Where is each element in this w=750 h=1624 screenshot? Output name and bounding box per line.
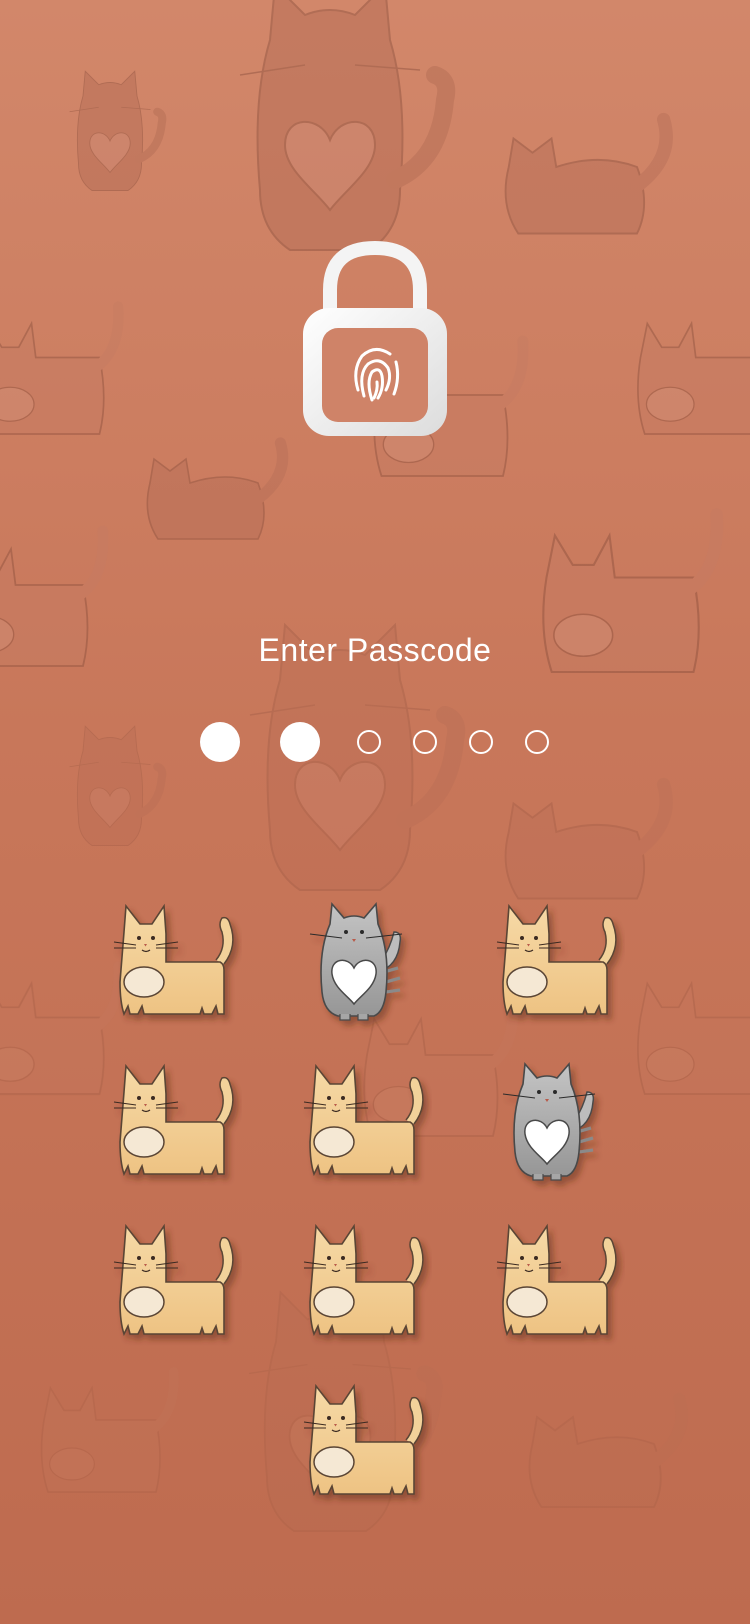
keypad-key-5[interactable] bbox=[302, 1062, 432, 1192]
open-padlock-fingerprint-icon bbox=[300, 240, 450, 440]
passcode-dot-4-empty bbox=[413, 730, 437, 754]
passcode-dot-6-empty bbox=[525, 730, 549, 754]
keypad-key-8[interactable] bbox=[302, 1222, 432, 1352]
passcode-dot-2-filled bbox=[280, 722, 320, 762]
keypad-key-7[interactable] bbox=[112, 1222, 242, 1352]
passcode-dots bbox=[0, 722, 750, 766]
keypad-key-4[interactable] bbox=[112, 1062, 242, 1192]
keypad-key-2[interactable] bbox=[302, 902, 432, 1032]
passcode-dot-5-empty bbox=[469, 730, 493, 754]
keypad-key-9[interactable] bbox=[495, 1222, 625, 1352]
passcode-dot-3-empty bbox=[357, 730, 381, 754]
keypad-key-0[interactable] bbox=[302, 1382, 432, 1512]
keypad-key-3[interactable] bbox=[495, 902, 625, 1032]
enter-passcode-title: Enter Passcode bbox=[258, 632, 492, 668]
passcode-dot-1-filled bbox=[200, 722, 240, 762]
keypad-key-6[interactable] bbox=[495, 1062, 625, 1192]
keypad-key-1[interactable] bbox=[112, 902, 242, 1032]
